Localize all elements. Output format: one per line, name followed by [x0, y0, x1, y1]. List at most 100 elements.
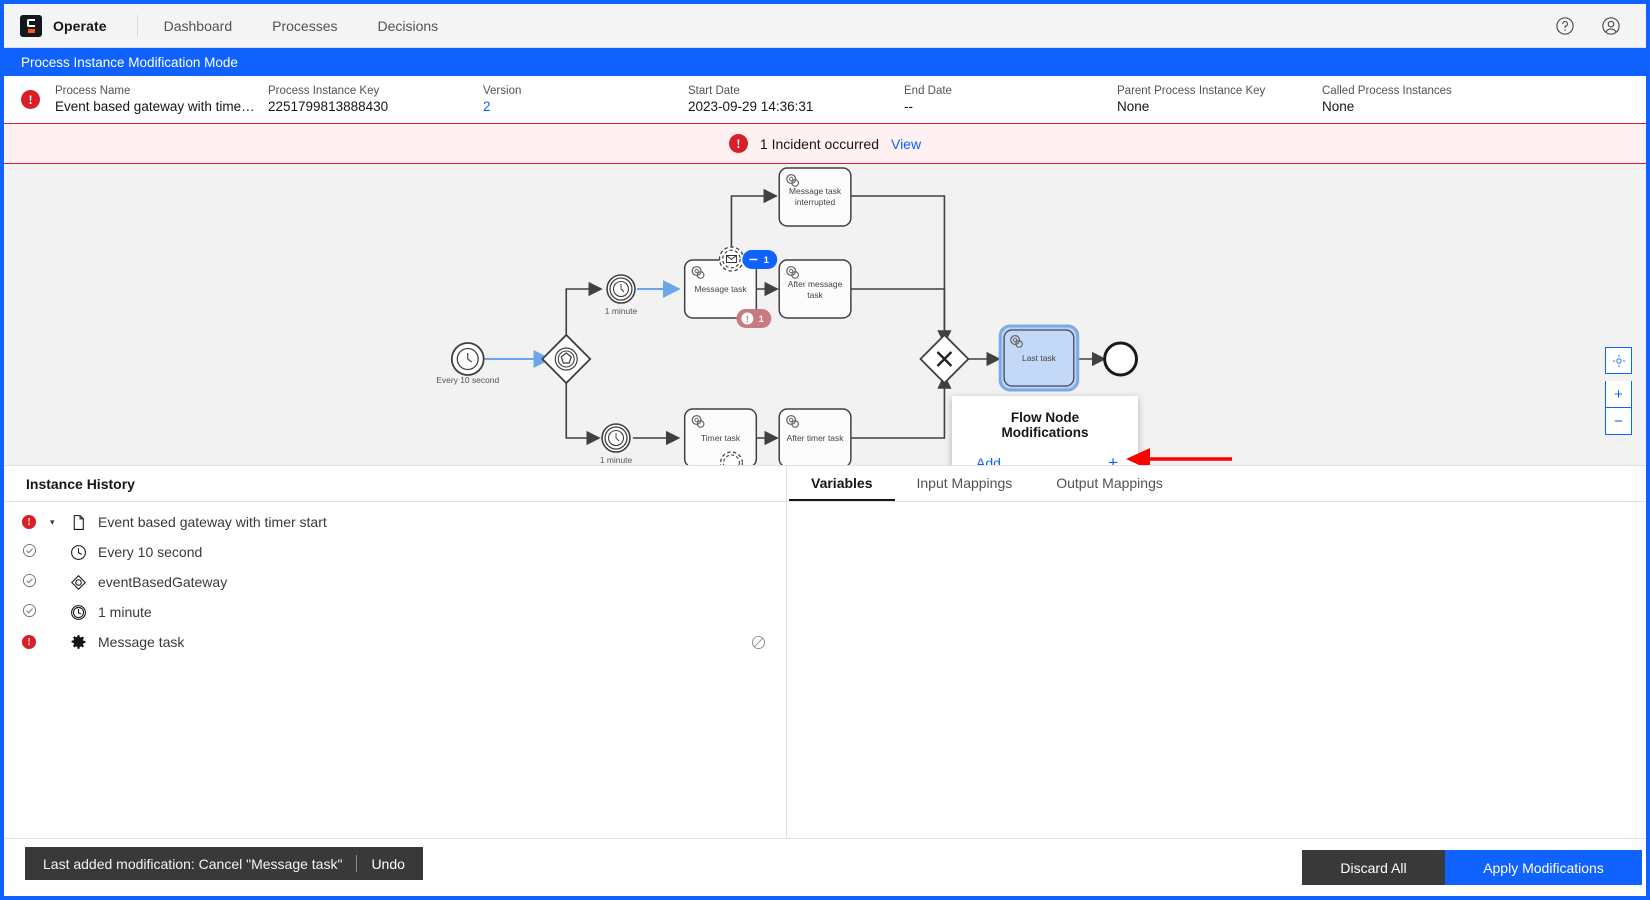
operate-app-window: Operate Dashboard Processes Decisions Pr… — [0, 0, 1650, 900]
row-state — [22, 603, 50, 621]
meta-label: Process Instance Key — [268, 85, 380, 97]
incident-error-icon: ! — [22, 515, 36, 529]
meta-value: -- — [904, 99, 913, 114]
completed-check-icon — [22, 603, 37, 621]
svg-text:1: 1 — [759, 314, 764, 325]
nav-item-decisions[interactable]: Decisions — [377, 18, 438, 34]
add-modification-link[interactable]: Add — [968, 455, 1001, 466]
tab-output-mappings[interactable]: Output Mappings — [1034, 466, 1185, 501]
svg-text:Every 10 second: Every 10 second — [436, 375, 499, 385]
brand-name: Operate — [53, 17, 107, 34]
completed-check-icon — [22, 543, 37, 561]
bpmn-node-timer-task: Timer task — [683, 408, 758, 465]
popup-title: Flow Node Modifications — [1001, 410, 1089, 440]
meta-end-date: End Date -- — [904, 85, 1117, 114]
svg-text:After timer task: After timer task — [787, 433, 845, 443]
svg-text:Message task: Message task — [789, 186, 842, 196]
svg-text:1: 1 — [764, 255, 769, 266]
nav-links: Dashboard Processes Decisions — [164, 18, 439, 34]
meta-value: 2023-09-29 14:36:31 — [688, 99, 814, 114]
bpmn-node-after-timer-task: After timer task — [778, 408, 852, 465]
row-state: ! — [22, 635, 50, 649]
bpmn-badge-cancel-modification: 1 — [742, 250, 778, 269]
svg-text:task: task — [807, 290, 823, 300]
bpmn-badge-incident-count: ! 1 — [736, 309, 772, 328]
flow-node-modifications-popup[interactable]: Flow Node Modifications Add + — [952, 396, 1138, 465]
history-row-message-task[interactable]: ! Message task — [4, 627, 786, 657]
expand-caret-icon[interactable]: ▾ — [50, 517, 70, 528]
meta-label: Version — [483, 85, 522, 97]
svg-text:Last task: Last task — [1022, 353, 1057, 363]
incident-view-link[interactable]: View — [891, 136, 921, 152]
bpmn-diagram-canvas[interactable]: Every 10 second 1 minute 1 minute Messag… — [4, 164, 1646, 465]
incident-banner: ! 1 Incident occurred View — [4, 123, 1646, 164]
meta-value: Event based gateway with timer ... — [55, 99, 255, 114]
bpmn-node-exclusive-gateway — [919, 333, 970, 385]
toast-divider — [356, 855, 358, 872]
zoom-in-button[interactable]: + — [1605, 381, 1632, 408]
history-row-1-minute[interactable]: 1 minute — [4, 597, 786, 627]
history-row-event-based-gateway[interactable]: eventBasedGateway — [4, 567, 786, 597]
svg-text:Timer task: Timer task — [701, 433, 741, 443]
meta-label: Process Name — [55, 85, 131, 97]
history-row-process[interactable]: ! ▾ Event based gateway with timer start — [4, 507, 786, 537]
svg-text:interrupted: interrupted — [795, 197, 836, 207]
meta-called-process-instances: Called Process Instances None — [1322, 85, 1452, 114]
row-state — [22, 543, 50, 561]
svg-text:1 minute: 1 minute — [605, 306, 638, 316]
tab-variables[interactable]: Variables — [789, 466, 895, 501]
history-row-label: Event based gateway with timer start — [98, 514, 327, 530]
instance-header: ! Process Name Event based gateway with … — [4, 76, 1646, 123]
user-avatar-icon[interactable] — [1598, 13, 1624, 39]
meta-label: Start Date — [688, 85, 740, 97]
focus-reset-icon[interactable] — [1605, 347, 1632, 374]
cancel-marker-icon[interactable] — [751, 635, 766, 650]
svg-text:After message: After message — [788, 279, 843, 289]
version-link[interactable]: 2 — [483, 99, 688, 114]
details-tabs: Variables Input Mappings Output Mappings — [787, 466, 1646, 502]
meta-value: 2251799813888430 — [268, 99, 389, 114]
history-row-label: 1 minute — [98, 604, 152, 620]
brand[interactable]: Operate — [20, 14, 107, 37]
history-row-every-10-second[interactable]: Every 10 second — [4, 537, 786, 567]
bpmn-node-last-task-selected: Last task — [998, 324, 1080, 392]
bpmn-node-timer-start-event: Every 10 second — [436, 342, 499, 385]
meta-version: Version 2 — [483, 85, 688, 114]
meta-value: None — [1117, 99, 1150, 114]
service-task-gear-icon — [70, 634, 98, 651]
tab-input-mappings[interactable]: Input Mappings — [895, 466, 1035, 501]
meta-parent-process-instance-key: Parent Process Instance Key None — [1117, 85, 1322, 114]
timer-icon — [70, 544, 98, 561]
process-file-icon — [70, 514, 98, 531]
instance-state: ! — [21, 90, 51, 109]
meta-process-name: Process Name Event based gateway with ti… — [55, 85, 268, 114]
modification-footer: Last added modification: Cancel "Message… — [4, 838, 1646, 896]
help-circle-icon[interactable] — [1552, 13, 1578, 39]
discard-all-button[interactable]: Discard All — [1302, 850, 1445, 885]
toast-message: Last added modification: Cancel "Message… — [43, 855, 343, 872]
nav-item-processes[interactable]: Processes — [272, 18, 337, 34]
row-state: ! — [22, 515, 50, 529]
diagram-zoom-controls: + − — [1605, 347, 1632, 435]
variables-tab-content — [787, 502, 1646, 838]
footer-buttons: Discard All Apply Modifications — [1302, 850, 1646, 885]
meta-label: Parent Process Instance Key — [1117, 85, 1266, 97]
svg-text:!: ! — [746, 314, 749, 324]
incident-error-icon: ! — [21, 90, 40, 109]
zoom-out-button[interactable]: − — [1605, 408, 1632, 435]
details-panel: Variables Input Mappings Output Mappings — [787, 466, 1646, 838]
nav-item-dashboard[interactable]: Dashboard — [164, 18, 233, 34]
instance-meta-row: Process Name Event based gateway with ti… — [51, 85, 1629, 114]
bpmn-node-timer-catch-event-2: 1 minute — [600, 423, 633, 465]
meta-label: Called Process Instances — [1322, 85, 1452, 97]
apply-modifications-button[interactable]: Apply Modifications — [1445, 850, 1642, 885]
plus-icon[interactable]: + — [1108, 454, 1122, 465]
incident-message: 1 Incident occurred — [759, 135, 879, 152]
top-navigation-bar: Operate Dashboard Processes Decisions — [4, 4, 1646, 48]
camunda-logo-icon — [20, 14, 42, 37]
modification-mode-banner: Process Instance Modification Mode — [4, 48, 1646, 76]
undo-button[interactable]: Undo — [371, 856, 404, 872]
meta-label: End Date — [904, 85, 952, 97]
timer-catch-icon — [70, 604, 98, 621]
bpmn-boundary-message-event — [718, 246, 745, 272]
